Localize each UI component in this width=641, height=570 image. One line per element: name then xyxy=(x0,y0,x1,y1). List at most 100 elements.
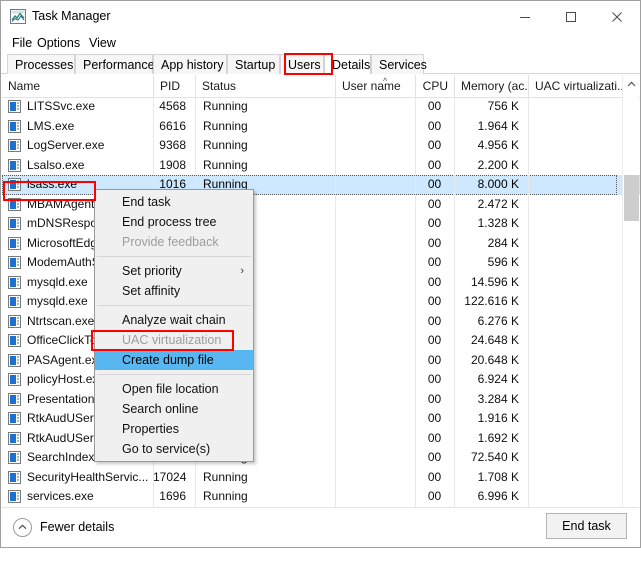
cell-user xyxy=(335,370,415,390)
cell-uac xyxy=(528,351,622,371)
cell-uac xyxy=(528,429,622,449)
tab-startup[interactable]: Startup xyxy=(227,54,280,74)
menu-item-label: Create dump file xyxy=(122,353,214,367)
cell-name: services.exe xyxy=(2,487,153,507)
cell-user xyxy=(335,409,415,429)
cell-uac xyxy=(528,487,622,507)
cell-user xyxy=(335,234,415,254)
menu-item-go-to-service-s[interactable]: Go to service(s) xyxy=(95,439,253,459)
cell-status: Running xyxy=(195,487,335,507)
cell-user xyxy=(335,429,415,449)
minimize-button[interactable] xyxy=(502,1,548,33)
col-divider-3 xyxy=(335,97,336,530)
menu-item-label: Search online xyxy=(122,402,198,416)
menu-item-set-priority[interactable]: Set priority› xyxy=(95,261,253,281)
cell-pid: 1908 xyxy=(153,156,195,176)
cell-cpu: 00 xyxy=(415,234,454,254)
cell-cpu: 00 xyxy=(415,370,454,390)
col-divider-4 xyxy=(415,97,416,530)
cell-cpu: 00 xyxy=(415,117,454,137)
window-controls xyxy=(502,1,640,33)
cell-user xyxy=(335,351,415,371)
menu-item-label: Provide feedback xyxy=(122,235,219,249)
menu-item-analyze-wait-chain[interactable]: Analyze wait chain xyxy=(95,310,253,330)
cell-name: Lsalso.exe xyxy=(2,156,153,176)
menu-item-set-affinity[interactable]: Set affinity xyxy=(95,281,253,301)
table-row[interactable]: LogServer.exe9368Running004.956 K xyxy=(2,136,640,156)
cell-memory: 4.956 K xyxy=(454,136,528,156)
table-row[interactable]: LMS.exe6616Running001.964 K xyxy=(2,117,640,137)
menu-view[interactable]: View xyxy=(86,35,119,52)
tab-processes[interactable]: Processes xyxy=(7,54,75,74)
column-header-pid[interactable]: PID xyxy=(153,75,195,97)
menu-item-properties[interactable]: Properties xyxy=(95,419,253,439)
cell-memory: 6.276 K xyxy=(454,312,528,332)
cell-cpu: 00 xyxy=(415,448,454,468)
cell-user xyxy=(335,156,415,176)
fewer-details-label: Fewer details xyxy=(40,520,114,534)
chevron-up-circle-icon xyxy=(13,518,32,537)
cell-uac xyxy=(528,117,622,137)
window-title: Task Manager xyxy=(32,9,111,23)
cell-cpu: 00 xyxy=(415,136,454,156)
cell-user xyxy=(335,292,415,312)
cell-cpu: 00 xyxy=(415,312,454,332)
task-manager-icon xyxy=(10,9,26,24)
vertical-scrollbar[interactable] xyxy=(622,75,639,530)
scrollbar-thumb[interactable] xyxy=(624,175,639,221)
menu-separator xyxy=(97,256,251,257)
column-header-name[interactable]: Name xyxy=(2,75,153,97)
table-row[interactable]: Lsalso.exe1908Running002.200 K xyxy=(2,156,640,176)
tab-details[interactable]: Details xyxy=(324,54,371,74)
menu-item-label: End task xyxy=(122,195,171,209)
menu-options[interactable]: Options xyxy=(34,35,83,52)
footer-bar: Fewer details End task xyxy=(2,507,639,546)
fewer-details-button[interactable]: Fewer details xyxy=(13,517,114,537)
menu-item-end-process-tree[interactable]: End process tree xyxy=(95,212,253,232)
menu-file[interactable]: File xyxy=(9,35,35,52)
menu-item-label: Go to service(s) xyxy=(122,442,210,456)
cell-user xyxy=(335,136,415,156)
menu-item-search-online[interactable]: Search online xyxy=(95,399,253,419)
end-task-button[interactable]: End task xyxy=(546,513,627,539)
cell-name: SecurityHealthServic... xyxy=(2,468,153,488)
column-header-uac[interactable]: UAC virtualizati... xyxy=(528,75,622,97)
menu-item-end-task[interactable]: End task xyxy=(95,192,253,212)
cell-user xyxy=(335,312,415,332)
maximize-button[interactable] xyxy=(548,1,594,33)
cell-memory: 2.200 K xyxy=(454,156,528,176)
cell-cpu: 00 xyxy=(415,175,454,195)
close-button[interactable] xyxy=(594,1,640,33)
column-header-user-name[interactable]: User name xyxy=(335,75,415,97)
cell-memory: 14.596 K xyxy=(454,273,528,293)
process-context-menu[interactable]: End task End process tree Provide feedback… xyxy=(94,189,254,462)
menu-item-open-file-location[interactable]: Open file location xyxy=(95,379,253,399)
table-row[interactable]: SecurityHealthServic...17024Running001.7… xyxy=(2,468,640,488)
cell-cpu: 00 xyxy=(415,429,454,449)
cell-cpu: 00 xyxy=(415,390,454,410)
cell-cpu: 00 xyxy=(415,97,454,117)
cell-memory: 596 K xyxy=(454,253,528,273)
cell-uac xyxy=(528,273,622,293)
cell-cpu: 00 xyxy=(415,292,454,312)
table-row[interactable]: services.exe1696Running006.996 K xyxy=(2,487,640,507)
task-manager-window: Task Manager File Options View Proc xyxy=(0,0,641,548)
table-row[interactable]: LITSSvc.exe4568Running00756 K xyxy=(2,97,640,117)
column-header-cpu[interactable]: CPU xyxy=(415,75,454,97)
cell-uac xyxy=(528,331,622,351)
scroll-up-arrow-icon[interactable] xyxy=(623,75,639,92)
cell-user xyxy=(335,97,415,117)
tab-performance[interactable]: Performance xyxy=(75,54,153,74)
tab-users[interactable]: Users xyxy=(280,54,324,74)
cell-memory: 6.924 K xyxy=(454,370,528,390)
menu-item-create-dump-file[interactable]: Create dump file xyxy=(95,350,253,370)
cell-uac xyxy=(528,253,622,273)
cell-cpu: 00 xyxy=(415,487,454,507)
cell-memory: 8.000 K xyxy=(454,175,528,195)
tab-services[interactable]: Services xyxy=(371,54,424,74)
column-header-memory[interactable]: Memory (ac... xyxy=(454,75,528,97)
column-header-status[interactable]: Status xyxy=(195,75,335,97)
menu-bar: File Options View xyxy=(1,33,640,53)
menu-item-label: UAC virtualization xyxy=(122,333,221,347)
tab-app-history[interactable]: App history xyxy=(153,54,227,74)
